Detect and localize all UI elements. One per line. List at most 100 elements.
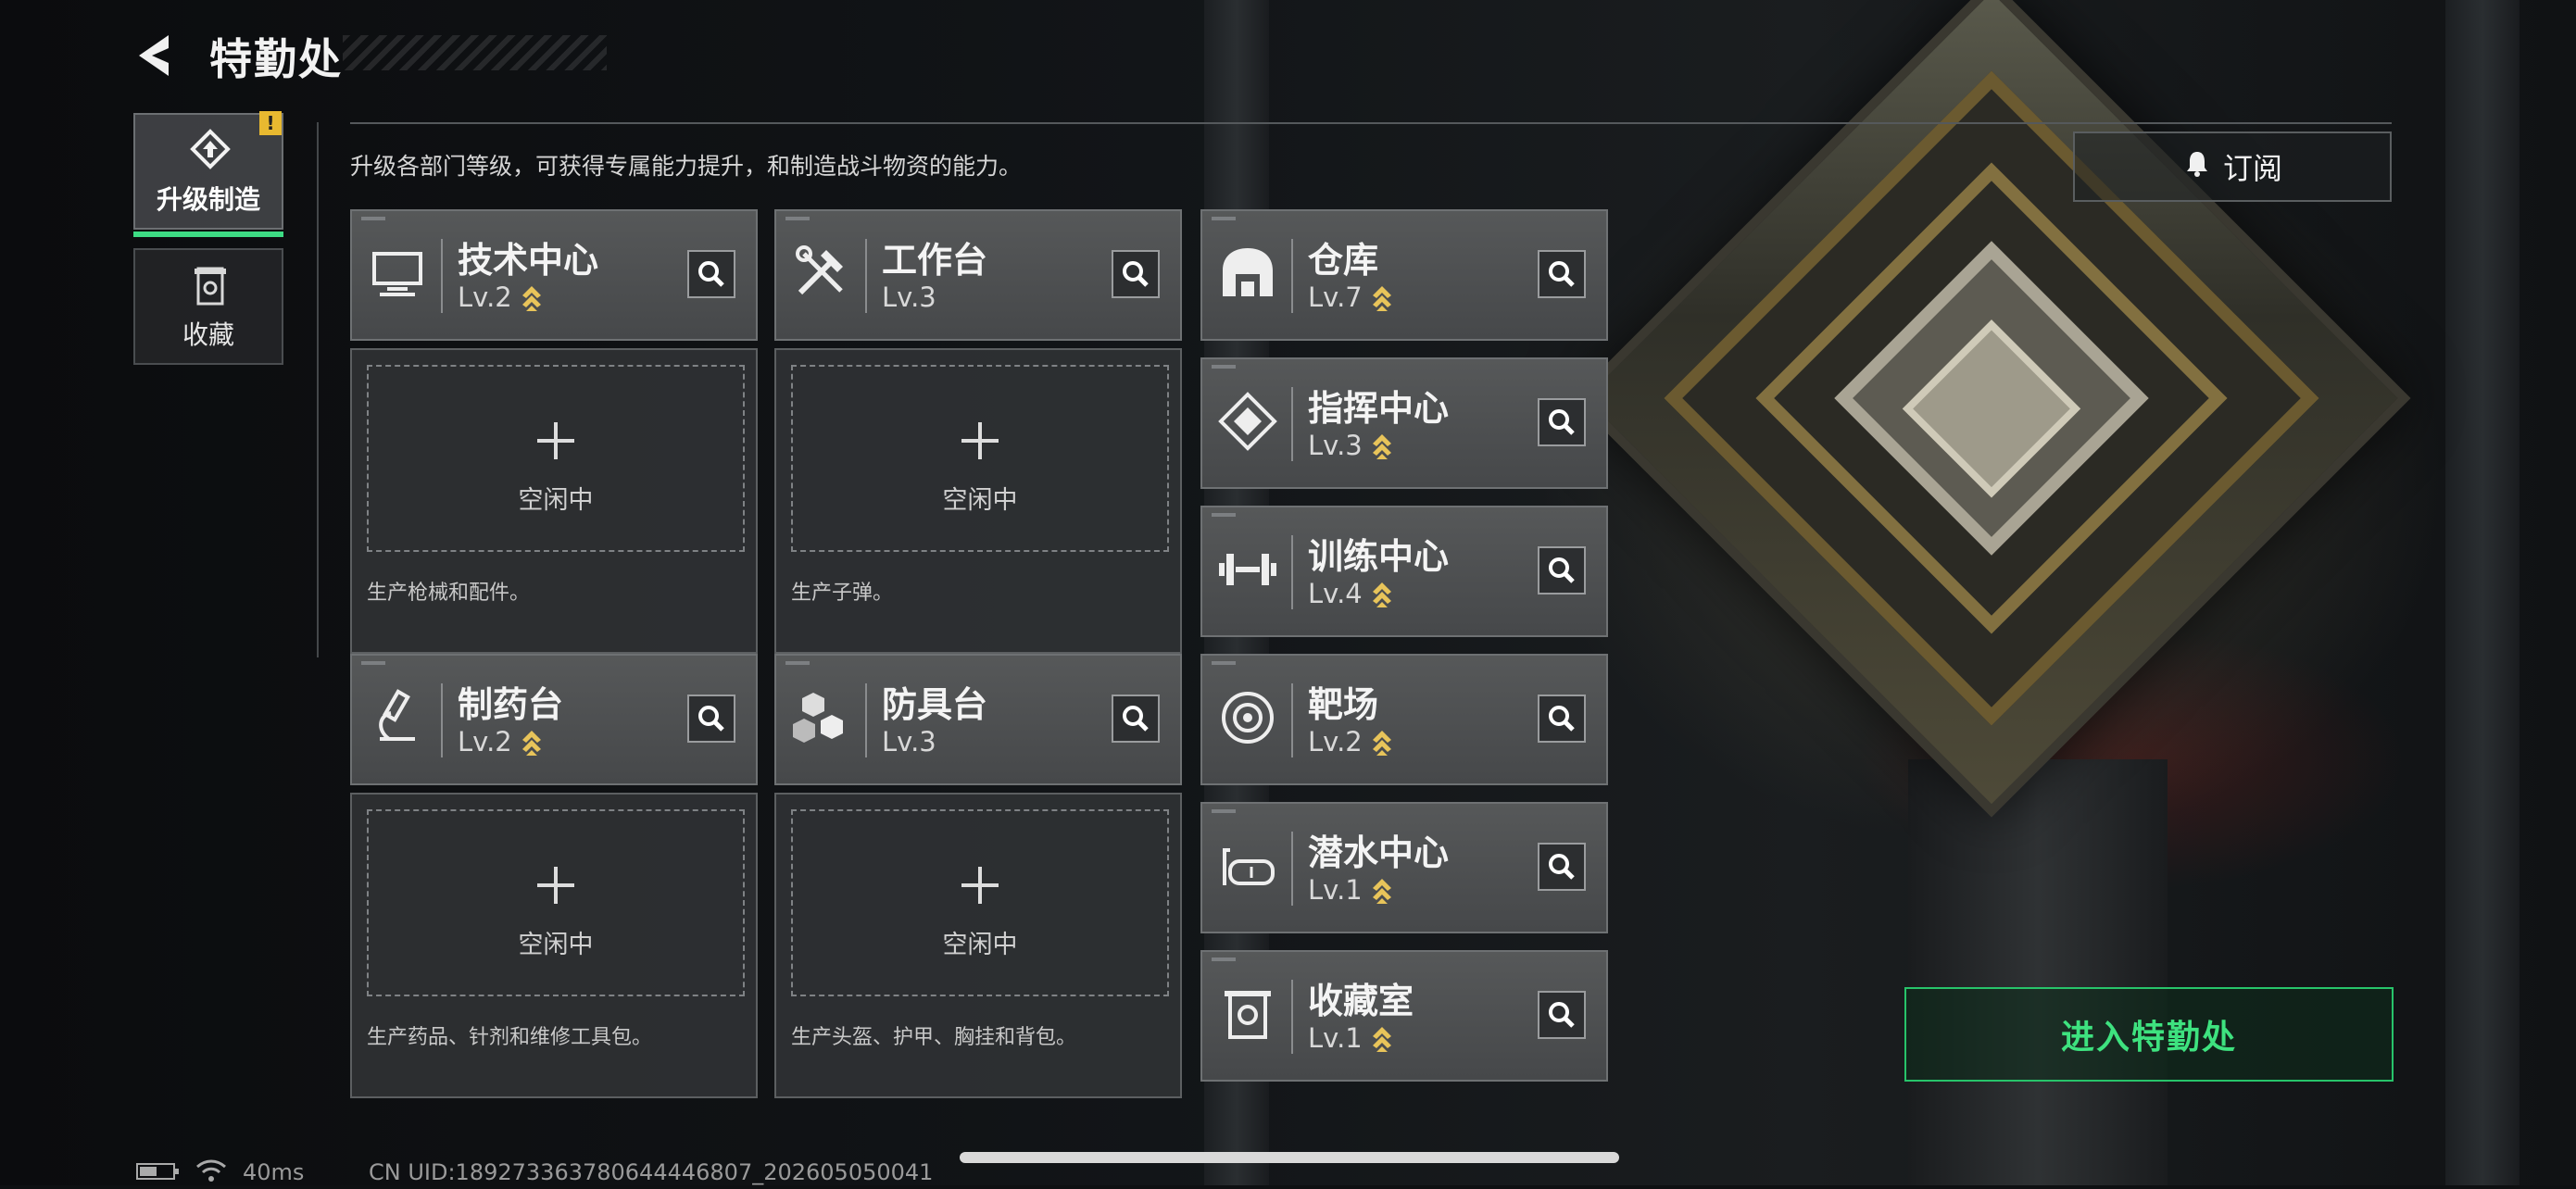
dept-name: 工作台 <box>882 240 988 281</box>
production-panel-workbench: 空闲中 生产子弹。 <box>774 348 1182 654</box>
upgrade-chevron-icon <box>521 731 541 756</box>
dept-card-tech-center[interactable]: 技术中心 Lv.2 <box>350 209 758 341</box>
production-description: 生产枪械和配件。 <box>367 582 531 605</box>
search-icon <box>1549 261 1575 287</box>
search-button[interactable] <box>1538 991 1586 1039</box>
dept-card-warehouse[interactable]: 仓库 Lv.7 <box>1200 209 1608 341</box>
dept-name: 技术中心 <box>458 240 599 281</box>
nav-collection[interactable]: 收藏 <box>133 248 283 365</box>
dept-level: Lv.1 <box>1308 1022 1363 1054</box>
back-arrow-icon[interactable] <box>132 31 183 80</box>
production-description: 生产药品、针剂和维修工具包。 <box>367 1026 653 1049</box>
target-icon <box>1217 687 1278 748</box>
plus-icon <box>961 422 999 459</box>
warehouse-icon <box>1217 243 1278 304</box>
wifi-icon <box>195 1158 228 1189</box>
search-button[interactable] <box>1112 695 1160 743</box>
production-slot[interactable]: 空闲中 <box>367 809 745 996</box>
dept-name: 靶场 <box>1308 684 1379 725</box>
upgrade-chevron-icon <box>521 286 541 311</box>
microscope-icon <box>367 687 428 748</box>
dept-card-diving-center[interactable]: 潜水中心 Lv.1 <box>1200 802 1608 933</box>
search-button[interactable] <box>1112 250 1160 298</box>
production-slot[interactable]: 空闲中 <box>367 365 745 552</box>
dept-card-training-center[interactable]: 训练中心 Lv.4 <box>1200 506 1608 637</box>
dept-card-pharmacy[interactable]: 制药台 Lv.2 <box>350 654 758 785</box>
production-description: 生产子弹。 <box>791 582 894 605</box>
dept-card-workbench[interactable]: 工作台 Lv.3 <box>774 209 1182 341</box>
production-panel-tech-center: 空闲中 生产枪械和配件。 <box>350 348 758 654</box>
search-button[interactable] <box>1538 250 1586 298</box>
user-uid: CN UID:18927336378064444680​7_2026050500… <box>369 1159 934 1185</box>
search-icon <box>1549 409 1575 435</box>
collection-room-icon <box>1217 983 1278 1045</box>
dept-card-command-center[interactable]: 指挥中心 Lv.3 <box>1200 357 1608 489</box>
search-button[interactable] <box>1538 695 1586 743</box>
monitor-icon <box>367 243 428 304</box>
search-icon <box>1549 1002 1575 1028</box>
search-button[interactable] <box>687 695 735 743</box>
divider <box>317 122 319 657</box>
production-slot[interactable]: 空闲中 <box>791 809 1169 996</box>
upgrade-chevron-icon <box>1372 1027 1391 1052</box>
upgrade-chevron-icon <box>1372 434 1391 459</box>
home-indicator[interactable] <box>960 1152 1619 1163</box>
subscribe-label: 订阅 <box>2222 151 2282 186</box>
dept-level: Lv.2 <box>1308 726 1363 757</box>
enter-label: 进入特勤处 <box>2060 1019 2237 1057</box>
dept-level: Lv.4 <box>1308 578 1363 609</box>
dept-name: 仓库 <box>1308 240 1379 281</box>
plus-icon <box>537 867 574 904</box>
divider <box>350 122 2392 124</box>
production-slot[interactable]: 空闲中 <box>791 365 1169 552</box>
upgrade-icon <box>187 128 233 174</box>
search-icon <box>698 261 724 287</box>
search-icon <box>1123 706 1149 732</box>
page-description: 升级各部门等级，可获得专属能力提升，和制造战斗物资的能力。 <box>350 153 1023 180</box>
dept-card-collection-room[interactable]: 收藏室 Lv.1 <box>1200 950 1608 1082</box>
dept-level: Lv.2 <box>458 282 512 313</box>
search-icon <box>1549 557 1575 583</box>
dept-name: 制药台 <box>458 684 564 725</box>
dept-name: 训练中心 <box>1308 536 1450 577</box>
search-icon <box>1549 854 1575 880</box>
ping-value: 40ms <box>243 1159 305 1185</box>
subscribe-button[interactable]: 订阅 <box>2073 131 2392 202</box>
search-button[interactable] <box>687 250 735 298</box>
nav-label: 升级制造 <box>156 184 260 215</box>
dept-level: Lv.3 <box>882 726 936 757</box>
search-button[interactable] <box>1538 546 1586 594</box>
dept-name: 防具台 <box>882 684 988 725</box>
search-button[interactable] <box>1538 398 1586 446</box>
production-panel-armor-bench: 空闲中 生产头盔、护甲、胸挂和背包。 <box>774 793 1182 1098</box>
background-pillar <box>2445 0 2519 1185</box>
search-icon <box>1123 261 1149 287</box>
dept-level: Lv.2 <box>458 726 512 757</box>
upgrade-chevron-icon <box>1372 582 1391 607</box>
bell-icon <box>2182 148 2212 185</box>
search-icon <box>698 706 724 732</box>
upgrade-chevron-icon <box>1372 731 1391 756</box>
warning-badge: ! <box>259 111 282 135</box>
dept-level: Lv.3 <box>1308 430 1363 461</box>
dumbbell-icon <box>1217 539 1278 600</box>
dept-card-shooting-range[interactable]: 靶场 Lv.2 <box>1200 654 1608 785</box>
dept-card-armor-bench[interactable]: 防具台 Lv.3 <box>774 654 1182 785</box>
enter-secret-service-button[interactable]: 进入特勤处 <box>1904 987 2394 1082</box>
dept-name: 收藏室 <box>1308 981 1414 1021</box>
battery-icon <box>135 1161 182 1187</box>
dept-name: 潜水中心 <box>1308 832 1450 873</box>
upgrade-chevron-icon <box>1372 879 1391 904</box>
command-icon <box>1217 391 1278 452</box>
dept-level: Lv.7 <box>1308 282 1363 313</box>
cube-pedestal <box>1908 759 2168 1185</box>
diving-mask-icon <box>1217 835 1278 896</box>
plus-icon <box>537 422 574 459</box>
production-panel-pharmacy: 空闲中 生产药品、针剂和维修工具包。 <box>350 793 758 1098</box>
collection-icon <box>187 263 233 309</box>
upgrade-chevron-icon <box>1372 286 1391 311</box>
slot-status: 空闲中 <box>942 486 1018 515</box>
slot-status: 空闲中 <box>518 931 594 959</box>
search-button[interactable] <box>1538 843 1586 891</box>
tools-icon <box>791 243 852 304</box>
